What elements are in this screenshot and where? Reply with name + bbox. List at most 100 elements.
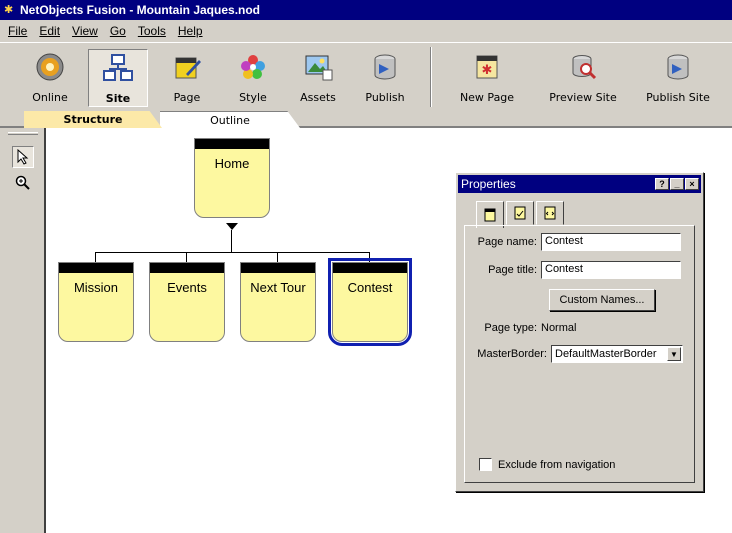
tab-outline-label: Outline — [210, 113, 250, 127]
page-node-label: Events — [167, 280, 207, 295]
page-title-row: Page title: Contest — [465, 260, 696, 280]
menu-tools[interactable]: Tools — [132, 24, 172, 38]
new-page-label: New Page — [459, 91, 515, 104]
style-icon — [237, 51, 269, 83]
assets-label: Assets — [300, 91, 336, 104]
page-name-field[interactable]: Contest — [541, 233, 681, 251]
publish-site-icon — [662, 51, 694, 83]
assets-button[interactable]: Assets — [288, 49, 348, 107]
properties-title-bar[interactable]: Properties ? _ × — [458, 175, 701, 193]
style-button[interactable]: Style — [223, 49, 283, 107]
publish-site-label: Publish Site — [646, 91, 710, 104]
menu-tools-label: Tools — [137, 24, 166, 38]
properties-palette: Properties ? _ × Page name: Contest Page… — [455, 172, 704, 492]
toolbar-separator — [430, 47, 432, 107]
publish-label: Publish — [365, 91, 405, 104]
menu-go-label: Go — [109, 24, 126, 38]
preview-site-button[interactable]: Preview Site — [540, 49, 626, 107]
publish-button[interactable]: Publish — [355, 49, 415, 107]
pointer-tool-button[interactable] — [12, 146, 34, 168]
properties-body: Page name: Contest Page title: Contest C… — [464, 225, 695, 483]
menu-help-label: Help — [177, 24, 203, 38]
menu-edit[interactable]: Edit — [33, 24, 66, 38]
html-properties-icon — [544, 206, 556, 220]
publish-icon — [369, 51, 401, 83]
page-type-row: Page type: Normal — [465, 318, 696, 338]
page-title-field[interactable]: Contest — [541, 261, 681, 279]
properties-tabs — [476, 201, 566, 228]
exclude-nav-checkbox[interactable] — [479, 458, 492, 471]
tool-strip — [0, 128, 46, 533]
zoom-icon — [15, 175, 30, 190]
page-node-contest[interactable]: Contest — [328, 258, 412, 346]
main-toolbar: Online Site Page Style Assets Publish ✱ — [0, 42, 732, 110]
masterborder-select[interactable]: DefaultMasterBorder ▼ — [551, 345, 683, 363]
close-icon[interactable]: × — [685, 178, 699, 190]
connector-line — [231, 230, 232, 252]
page-name-row: Page name: Contest — [465, 232, 696, 252]
publish-site-button[interactable]: Publish Site — [636, 49, 720, 107]
tab-site-properties[interactable] — [506, 201, 534, 225]
tab-outline[interactable]: Outline — [160, 111, 300, 128]
zoom-tool-button[interactable] — [12, 172, 34, 194]
site-properties-icon — [514, 206, 526, 220]
site-label: Site — [105, 92, 131, 105]
custom-names-button[interactable]: Custom Names... — [549, 289, 655, 311]
page-button[interactable]: Page — [157, 49, 217, 107]
connector-line — [95, 252, 370, 253]
page-type-value: Normal — [541, 322, 577, 334]
page-node-band — [333, 263, 407, 273]
menu-bar: File Edit View Go Tools Help — [0, 20, 732, 42]
view-tabs: Outline Structure — [0, 110, 732, 128]
page-node-next-tour[interactable]: Next Tour — [240, 262, 316, 342]
masterborder-value: DefaultMasterBorder — [555, 348, 657, 360]
page-name-label: Page name: — [477, 236, 537, 248]
tool-strip-grip[interactable] — [8, 132, 38, 135]
online-button[interactable]: Online — [20, 49, 80, 107]
page-node-band — [150, 263, 224, 273]
online-label: Online — [32, 91, 68, 104]
expand-arrow-icon[interactable] — [226, 223, 238, 230]
page-node-home[interactable]: Home — [194, 138, 270, 218]
help-icon[interactable]: ? — [655, 178, 669, 190]
online-icon — [34, 51, 66, 83]
masterborder-row: MasterBorder: DefaultMasterBorder ▼ — [465, 344, 696, 364]
svg-text:✱: ✱ — [482, 63, 493, 78]
assets-icon — [302, 51, 334, 83]
new-page-button[interactable]: ✱ New Page — [452, 49, 522, 107]
page-title-label: Page title: — [488, 264, 537, 276]
page-type-label: Page type: — [484, 322, 537, 334]
chevron-down-icon[interactable]: ▼ — [667, 347, 681, 361]
connector-line — [95, 252, 96, 262]
pointer-icon — [17, 149, 29, 165]
exclude-nav-row: Exclude from navigation — [479, 458, 615, 471]
tab-html-properties[interactable] — [536, 201, 564, 225]
menu-view-label: View — [72, 24, 98, 38]
connector-line — [186, 252, 187, 262]
new-page-icon: ✱ — [471, 51, 503, 83]
style-label: Style — [239, 91, 267, 104]
tab-page-properties[interactable] — [476, 201, 504, 228]
page-node-mission[interactable]: Mission — [58, 262, 134, 342]
menu-help[interactable]: Help — [172, 24, 209, 38]
page-node-events[interactable]: Events — [149, 262, 225, 342]
page-node-label: Contest — [347, 280, 393, 295]
masterborder-label: MasterBorder: — [477, 348, 547, 360]
preview-site-label: Preview Site — [549, 91, 617, 104]
page-node-band — [59, 263, 133, 273]
title-bar: ✱ NetObjects Fusion - Mountain Jaques.no… — [0, 0, 732, 20]
menu-view[interactable]: View — [66, 24, 104, 38]
menu-go[interactable]: Go — [104, 24, 132, 38]
tab-structure-label: Structure — [63, 113, 123, 126]
menu-file-label: File — [8, 24, 28, 38]
page-node-label: Mission — [73, 280, 119, 295]
page-label: Page — [173, 91, 201, 104]
minimize-icon[interactable]: _ — [670, 178, 684, 190]
page-properties-icon — [484, 208, 496, 222]
tab-structure[interactable]: Structure — [24, 111, 162, 128]
preview-site-icon — [567, 51, 599, 83]
menu-file[interactable]: File — [2, 24, 33, 38]
site-button[interactable]: Site — [88, 49, 148, 107]
page-node-label: Home — [214, 156, 250, 171]
exclude-nav-label: Exclude from navigation — [498, 458, 616, 471]
